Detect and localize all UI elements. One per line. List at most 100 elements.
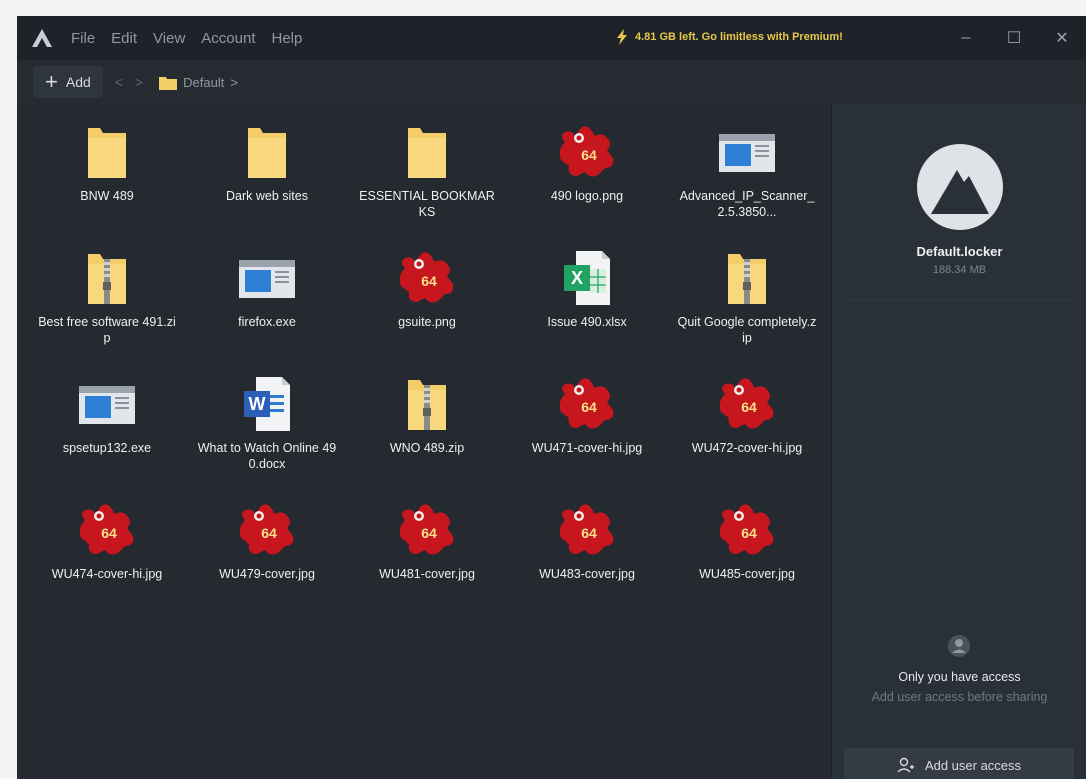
title-bar: File Edit View Account Help 4.81 GB left…	[17, 16, 1086, 60]
add-user-icon	[897, 757, 914, 773]
breadcrumb-chevron-icon: >	[230, 74, 238, 90]
premium-banner[interactable]: 4.81 GB left. Go limitless with Premium!	[615, 29, 843, 45]
word-file-icon: W	[235, 372, 299, 436]
svg-text:W: W	[249, 394, 266, 414]
access-title: Only you have access	[898, 670, 1021, 684]
menu-file[interactable]: File	[71, 30, 95, 47]
file-name: Advanced_IP_Scanner_2.5.3850...	[679, 189, 815, 219]
menu-account[interactable]: Account	[201, 30, 255, 47]
file-item[interactable]: Best free software 491.zip	[27, 246, 187, 360]
image-file-icon: 64	[555, 120, 619, 184]
locker-name: Default.locker	[916, 244, 1003, 259]
zip-folder-icon	[75, 246, 139, 310]
image-file-icon: 64	[395, 498, 459, 562]
menu-edit[interactable]: Edit	[111, 30, 137, 47]
file-item[interactable]: X Issue 490.xlsx	[507, 246, 667, 360]
file-name: WU481-cover.jpg	[379, 567, 475, 581]
access-subtitle: Add user access before sharing	[871, 690, 1048, 704]
premium-banner-text: 4.81 GB left. Go limitless with Premium!	[635, 31, 843, 43]
app-logo-icon	[32, 29, 52, 47]
app-window: File Edit View Account Help 4.81 GB left…	[17, 16, 1086, 779]
file-name: Dark web sites	[226, 189, 308, 203]
file-item[interactable]: 64 WU479-cover.jpg	[187, 498, 347, 612]
file-item[interactable]: 64 490 logo.png	[507, 120, 667, 234]
window-controls: – ☐ ✕	[942, 16, 1086, 60]
exe-file-icon	[235, 246, 299, 310]
excel-file-icon: X	[555, 246, 619, 310]
file-name: WU471-cover-hi.jpg	[531, 441, 643, 455]
plus-icon: +	[45, 69, 58, 94]
image-file-icon: 64	[715, 372, 779, 436]
file-name: WNO 489.zip	[389, 441, 465, 455]
svg-text:64: 64	[421, 273, 437, 289]
file-name: WU479-cover.jpg	[219, 567, 315, 581]
image-file-icon: 64	[75, 498, 139, 562]
file-grid: BNW 489 Dark web sites ESSENTIAL BOOKMARKS…	[27, 120, 827, 612]
toolbar: + Add < > Default >	[17, 60, 1086, 104]
file-item[interactable]: 64 WU485-cover.jpg	[667, 498, 827, 612]
file-item[interactable]: ESSENTIAL BOOKMARKS	[347, 120, 507, 234]
file-item[interactable]: 64 WU472-cover-hi.jpg	[667, 372, 827, 486]
file-item[interactable]: Advanced_IP_Scanner_2.5.3850...	[667, 120, 827, 234]
folder-icon	[159, 76, 178, 90]
file-item[interactable]: spsetup132.exe	[27, 372, 187, 486]
svg-text:64: 64	[581, 525, 597, 541]
file-name: 490 logo.png	[550, 189, 624, 203]
file-name: firefox.exe	[238, 315, 296, 329]
image-file-icon: 64	[395, 246, 459, 310]
file-name: spsetup132.exe	[62, 441, 152, 455]
close-button[interactable]: ✕	[1038, 16, 1086, 60]
add-button[interactable]: + Add	[33, 66, 103, 98]
svg-text:X: X	[571, 268, 583, 288]
maximize-button[interactable]: ☐	[990, 16, 1038, 60]
svg-text:64: 64	[581, 399, 597, 415]
file-item[interactable]: BNW 489	[27, 120, 187, 234]
file-name: Issue 490.xlsx	[547, 315, 627, 329]
folder-icon	[395, 120, 459, 184]
file-item[interactable]: firefox.exe	[187, 246, 347, 360]
exe-file-icon	[715, 120, 779, 184]
file-name: WU483-cover.jpg	[539, 567, 635, 581]
file-name: What to Watch Online 490.docx	[197, 441, 337, 471]
back-arrow-icon[interactable]: <	[115, 74, 123, 90]
locker-logo-icon	[917, 144, 1003, 230]
folder-icon	[75, 120, 139, 184]
file-name: gsuite.png	[398, 315, 456, 329]
forward-arrow-icon[interactable]: >	[135, 74, 143, 90]
image-file-icon: 64	[235, 498, 299, 562]
file-item[interactable]: 64 WU481-cover.jpg	[347, 498, 507, 612]
menu-view[interactable]: View	[153, 30, 185, 47]
file-name: Best free software 491.zip	[38, 315, 176, 345]
file-item[interactable]: 64 WU471-cover-hi.jpg	[507, 372, 667, 486]
svg-text:64: 64	[421, 525, 437, 541]
folder-icon	[235, 120, 299, 184]
svg-text:64: 64	[741, 525, 757, 541]
file-item[interactable]: 64 gsuite.png	[347, 246, 507, 360]
file-item[interactable]: W What to Watch Online 490.docx	[187, 372, 347, 486]
add-user-access-button[interactable]: Add user access	[844, 748, 1074, 779]
breadcrumb-default[interactable]: Default	[183, 75, 224, 90]
file-name: WU474-cover-hi.jpg	[51, 567, 163, 581]
file-name: WU485-cover.jpg	[699, 567, 795, 581]
menu-help[interactable]: Help	[271, 30, 302, 47]
file-item[interactable]: Dark web sites	[187, 120, 347, 234]
user-icon	[948, 635, 970, 657]
image-file-icon: 64	[715, 498, 779, 562]
image-file-icon: 64	[555, 498, 619, 562]
file-name: Quit Google completely.zip	[677, 315, 817, 345]
minimize-button[interactable]: –	[942, 16, 990, 60]
file-item[interactable]: 64 WU474-cover-hi.jpg	[27, 498, 187, 612]
file-item[interactable]: WNO 489.zip	[347, 372, 507, 486]
file-item[interactable]: 64 WU483-cover.jpg	[507, 498, 667, 612]
zip-folder-icon	[395, 372, 459, 436]
svg-text:64: 64	[261, 525, 277, 541]
add-button-label: Add	[65, 74, 91, 90]
file-name: WU472-cover-hi.jpg	[691, 441, 803, 455]
locker-size: 188.34 MB	[932, 264, 987, 276]
image-file-icon: 64	[555, 372, 619, 436]
add-user-access-label: Add user access	[924, 757, 1022, 773]
bolt-icon	[617, 29, 627, 45]
locker-panel: Default.locker 188.34 MB Only you have a…	[831, 104, 1086, 779]
file-item[interactable]: Quit Google completely.zip	[667, 246, 827, 360]
file-browser: BNW 489 Dark web sites ESSENTIAL BOOKMARKS…	[17, 104, 831, 779]
